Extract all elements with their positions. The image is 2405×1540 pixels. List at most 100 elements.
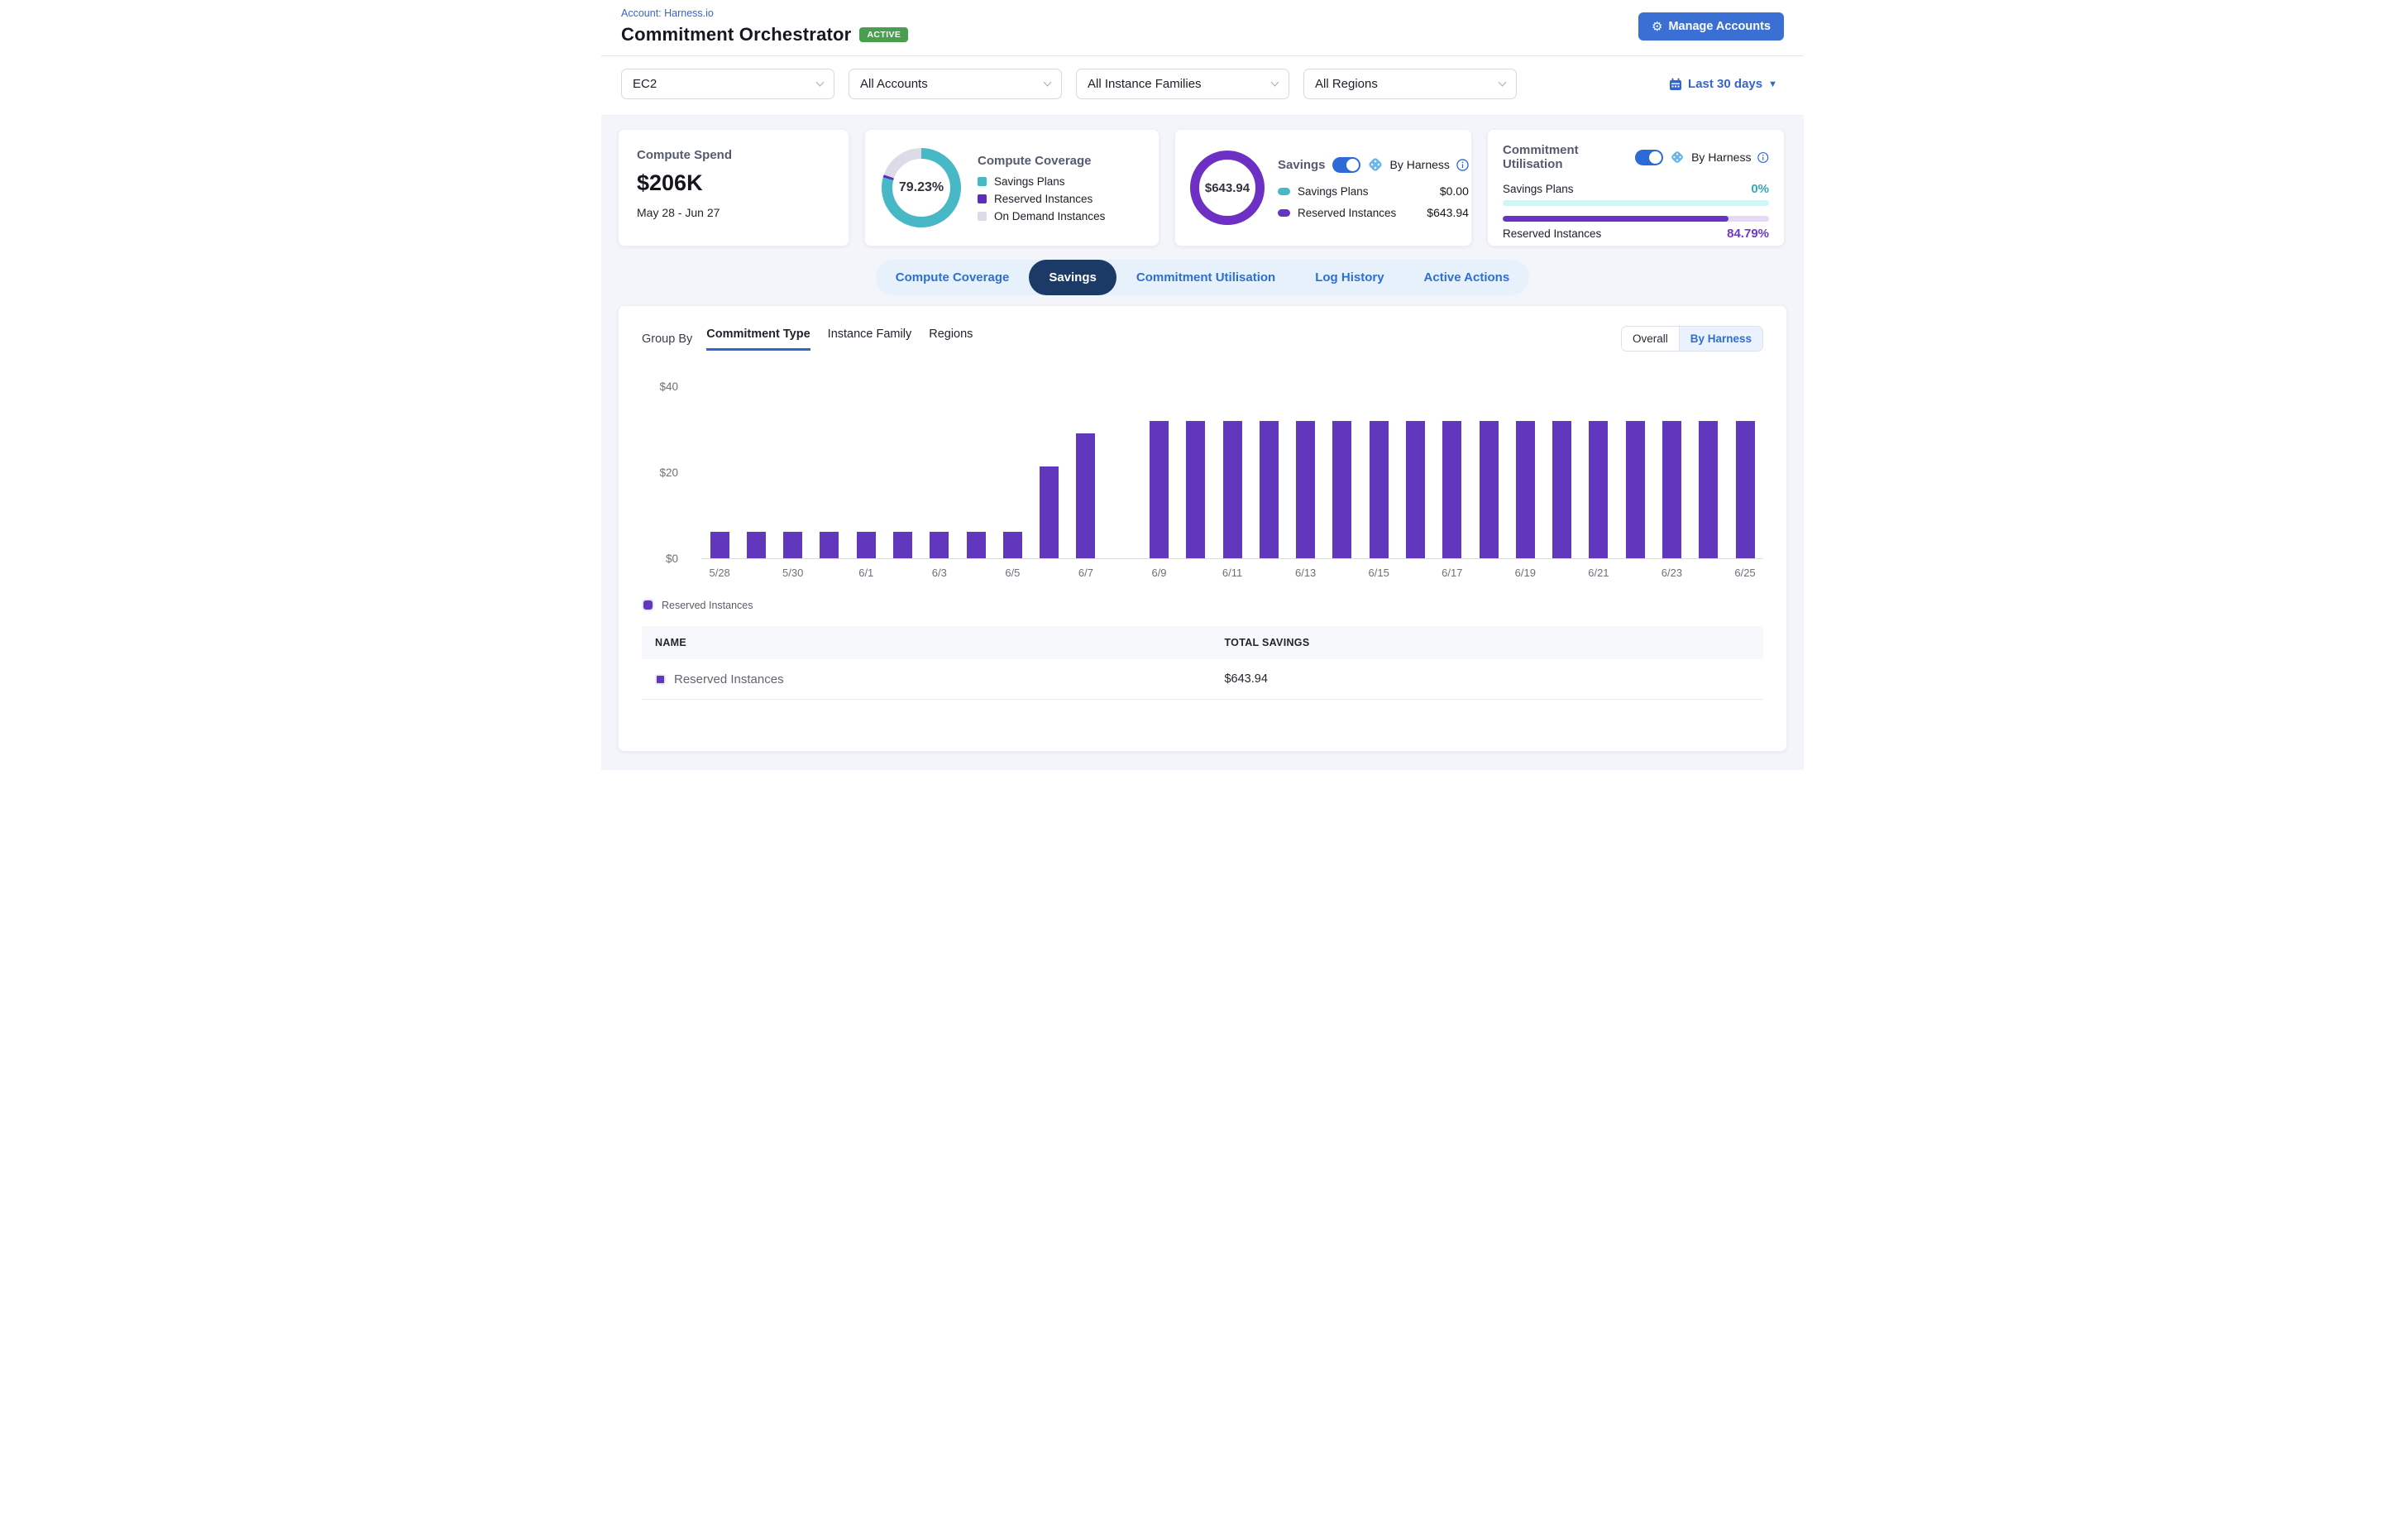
coverage-right: Compute Coverage Savings PlansReserved I… <box>978 154 1142 222</box>
bar-slot <box>1727 386 1763 558</box>
reserved-instances-row: Reserved Instances 84.79% <box>1503 227 1769 241</box>
y-tick-0: $0 <box>666 552 678 565</box>
savings-plans-bar <box>1503 200 1769 206</box>
group-by-instance-family[interactable]: Instance Family <box>828 328 912 351</box>
filter-value-service: EC2 <box>633 77 657 91</box>
bar-6-3[interactable] <box>930 532 949 558</box>
page-title: Commitment Orchestrator <box>621 24 851 45</box>
bar-6-23[interactable] <box>1662 421 1681 558</box>
bar-slot <box>1434 386 1470 558</box>
chevron-down-icon <box>816 79 825 87</box>
summary-cards: Compute Spend $206K May 28 - Jun 27 79.2… <box>601 116 1804 248</box>
x-tick-label: 6/25 <box>1734 567 1755 579</box>
bar-6-15[interactable] <box>1370 421 1389 558</box>
filter-dropdown-instance-families[interactable]: All Instance Families <box>1076 69 1289 99</box>
group-by-row: Group By Commitment TypeInstance FamilyR… <box>642 326 1763 352</box>
tab-commitment-utilisation[interactable]: Commitment Utilisation <box>1116 260 1295 295</box>
bar-6-2[interactable] <box>893 532 912 558</box>
bar-6-16[interactable] <box>1406 421 1425 558</box>
table-header-total-savings: TOTAL SAVINGS <box>1224 637 1750 648</box>
x-label-slot <box>811 567 848 579</box>
filter-dropdown-regions[interactable]: All Regions <box>1303 69 1517 99</box>
x-label-slot <box>1690 567 1727 579</box>
bar-6-13[interactable] <box>1296 421 1315 558</box>
row-name: Reserved Instances <box>674 672 784 686</box>
savings-by-harness-toggle[interactable] <box>1332 157 1360 173</box>
group-by-commitment-type[interactable]: Commitment Type <box>706 328 810 351</box>
view-toggle-by-harness[interactable]: By Harness <box>1679 327 1762 351</box>
bar-slot <box>1031 386 1068 558</box>
bar-6-24[interactable] <box>1699 421 1718 558</box>
table-body: Reserved Instances $643.94 <box>642 659 1763 700</box>
bar-6-20[interactable] <box>1552 421 1571 558</box>
x-label-slot: 6/17 <box>1434 567 1470 579</box>
x-label-slot <box>1617 567 1653 579</box>
legend-label: Savings Plans <box>994 175 1065 188</box>
filter-value-accounts: All Accounts <box>860 77 928 91</box>
bar-6-6[interactable] <box>1040 466 1059 558</box>
bar-5-28[interactable] <box>710 532 729 558</box>
tab-compute-coverage[interactable]: Compute Coverage <box>876 260 1030 295</box>
bar-6-11[interactable] <box>1223 421 1242 558</box>
bar-6-22[interactable] <box>1626 421 1645 558</box>
table-row[interactable]: Reserved Instances $643.94 <box>642 659 1763 700</box>
x-label-slot <box>1397 567 1433 579</box>
x-label-slot <box>958 567 994 579</box>
x-tick-label: 6/15 <box>1369 567 1389 579</box>
info-icon[interactable] <box>1456 159 1469 171</box>
bar-6-21[interactable] <box>1589 421 1608 558</box>
bar-slot <box>1507 386 1543 558</box>
date-range-picker[interactable]: Last 30 days ▼ <box>1669 77 1777 91</box>
filter-dropdown-service[interactable]: EC2 <box>621 69 834 99</box>
reserved-instances-percent: 84.79% <box>1727 227 1769 241</box>
tab-savings[interactable]: Savings <box>1029 260 1116 295</box>
bar-6-14[interactable] <box>1332 421 1351 558</box>
y-tick-40: $40 <box>659 380 678 393</box>
savings-total: $643.94 <box>1205 181 1250 195</box>
x-label-slot: 6/15 <box>1360 567 1397 579</box>
bar-6-9[interactable] <box>1150 421 1169 558</box>
bar-slot <box>1288 386 1324 558</box>
x-label-slot: 6/7 <box>1068 567 1104 579</box>
group-by-regions[interactable]: Regions <box>929 328 973 351</box>
x-label-slot <box>1031 567 1068 579</box>
bar-6-17[interactable] <box>1442 421 1461 558</box>
bar-6-1[interactable] <box>857 532 876 558</box>
commitment-utilisation-card: Commitment Utilisation By Harness Saving… <box>1487 129 1785 246</box>
bar-6-19[interactable] <box>1516 421 1535 558</box>
bar-6-25[interactable] <box>1736 421 1755 558</box>
bar-6-7[interactable] <box>1076 433 1095 558</box>
view-toggle: OverallBy Harness <box>1621 326 1763 352</box>
bar-5-30[interactable] <box>783 532 802 558</box>
utilisation-head: Commitment Utilisation By Harness <box>1503 143 1769 171</box>
bar-6-5[interactable] <box>1003 532 1022 558</box>
view-toggle-overall[interactable]: Overall <box>1622 327 1679 351</box>
coverage-percent: 79.23% <box>899 180 944 195</box>
bar-6-18[interactable] <box>1480 421 1499 558</box>
legend-label: Reserved Instances <box>994 193 1093 205</box>
bar-5-29[interactable] <box>747 532 766 558</box>
tab-log-history[interactable]: Log History <box>1295 260 1403 295</box>
x-label-slot <box>1324 567 1360 579</box>
savings-head: Savings By Harness <box>1278 156 1469 173</box>
x-tick-label: 6/3 <box>932 567 947 579</box>
row-swatch <box>655 674 666 685</box>
bar-6-12[interactable] <box>1260 421 1279 558</box>
chart-legend: Reserved Instances <box>642 599 1763 611</box>
bar-6-4[interactable] <box>967 532 986 558</box>
savings-breakdown: Savings Plans$0.00Reserved Instances$643… <box>1278 184 1469 219</box>
utilisation-by-harness-toggle[interactable] <box>1635 150 1663 165</box>
bar-6-10[interactable] <box>1186 421 1205 558</box>
bar-5-31[interactable] <box>820 532 839 558</box>
manage-accounts-button[interactable]: ⚙ Manage Accounts <box>1638 12 1784 41</box>
legend-swatch <box>1278 188 1290 195</box>
account-link[interactable]: Account: Harness.io <box>621 7 908 19</box>
compute-spend-card: Compute Spend $206K May 28 - Jun 27 <box>618 129 849 246</box>
bars-row <box>701 386 1763 559</box>
row-total-savings: $643.94 <box>1224 672 1267 686</box>
info-icon[interactable] <box>1757 151 1769 164</box>
tab-active-actions[interactable]: Active Actions <box>1404 260 1530 295</box>
filter-dropdown-accounts[interactable]: All Accounts <box>849 69 1062 99</box>
savings-breakdown-row: Savings Plans$0.00 <box>1278 184 1469 198</box>
x-tick-label: 6/1 <box>858 567 873 579</box>
